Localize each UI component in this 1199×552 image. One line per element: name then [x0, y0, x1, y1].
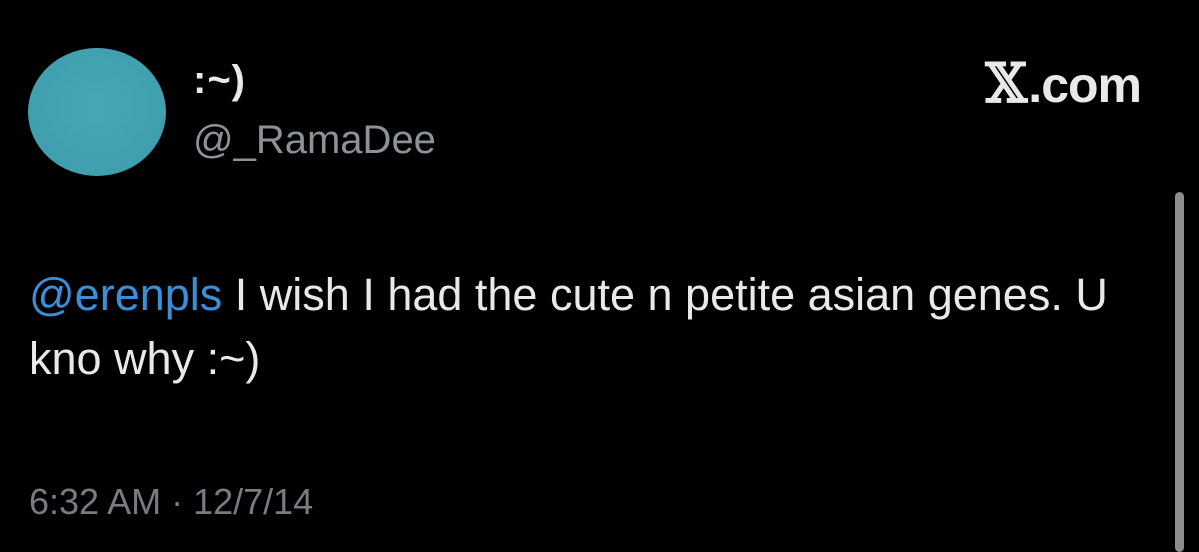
brand-watermark: 𝕏.com: [985, 51, 1142, 115]
x-logo-icon: 𝕏: [985, 51, 1027, 115]
tweet-timestamp[interactable]: 6:32 AM · 12/7/14: [29, 478, 313, 526]
tweet-text: @erenpls I wish I had the cute n petite …: [29, 263, 1149, 391]
mention-link[interactable]: @erenpls: [29, 269, 222, 320]
user-handle[interactable]: @_RamaDee: [193, 116, 436, 164]
brand-label: .com: [1028, 57, 1142, 113]
tweet-card: :~) @_RamaDee 𝕏.com @erenpls I wish I ha…: [0, 0, 1199, 552]
scrollbar[interactable]: [1175, 192, 1184, 552]
avatar[interactable]: [28, 48, 166, 176]
display-name[interactable]: :~): [193, 56, 246, 104]
